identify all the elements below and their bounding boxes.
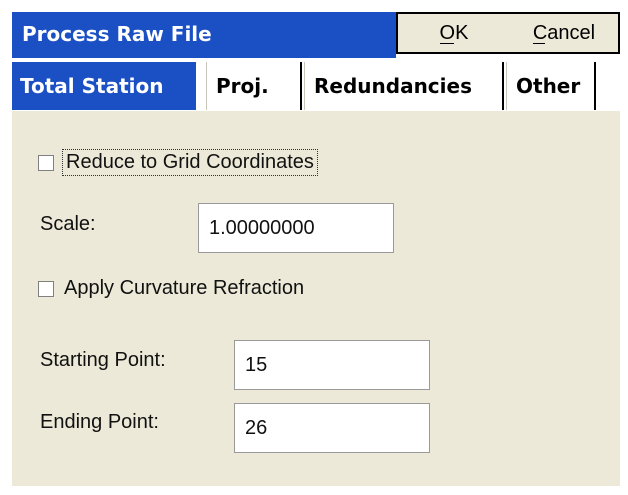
ok-button-label: OK [439, 21, 469, 44]
ending-point-label: Ending Point: [40, 411, 159, 433]
ending-point-field[interactable]: 26 [234, 403, 430, 453]
starting-point-label: Starting Point: [40, 349, 166, 371]
curvature-checkbox[interactable] [38, 280, 54, 297]
reduce-grid-row[interactable]: Reduce to Grid Coordinates [38, 149, 318, 176]
cancel-button-label: Cancel [532, 21, 596, 44]
tab-redundancies[interactable]: Redundancies [304, 62, 504, 110]
dialog-title: Process Raw File [22, 22, 212, 46]
ok-button[interactable]: OK [396, 12, 512, 54]
starting-point-field[interactable]: 15 [234, 340, 430, 390]
tab-panel: Reduce to Grid Coordinates Scale: 1.0000… [12, 110, 620, 486]
scale-field[interactable]: 1.00000000 [198, 203, 394, 253]
tab-proj[interactable]: Proj. [206, 62, 302, 110]
tab-other[interactable]: Other [506, 62, 596, 110]
curvature-row[interactable]: Apply Curvature Refraction [38, 277, 304, 300]
scale-label: Scale: [40, 213, 96, 235]
tab-strip: Total Station Proj. Redundancies Other [12, 58, 620, 110]
ok-mnemonic-underline [439, 42, 454, 44]
cancel-mnemonic-underline [532, 42, 545, 44]
reduce-grid-label[interactable]: Reduce to Grid Coordinates [62, 149, 318, 176]
curvature-label[interactable]: Apply Curvature Refraction [64, 277, 304, 300]
tab-total-station[interactable]: Total Station [12, 62, 196, 110]
reduce-grid-checkbox[interactable] [38, 154, 54, 171]
cancel-button[interactable]: Cancel [510, 12, 620, 54]
title-bar: Process Raw File [12, 12, 396, 58]
